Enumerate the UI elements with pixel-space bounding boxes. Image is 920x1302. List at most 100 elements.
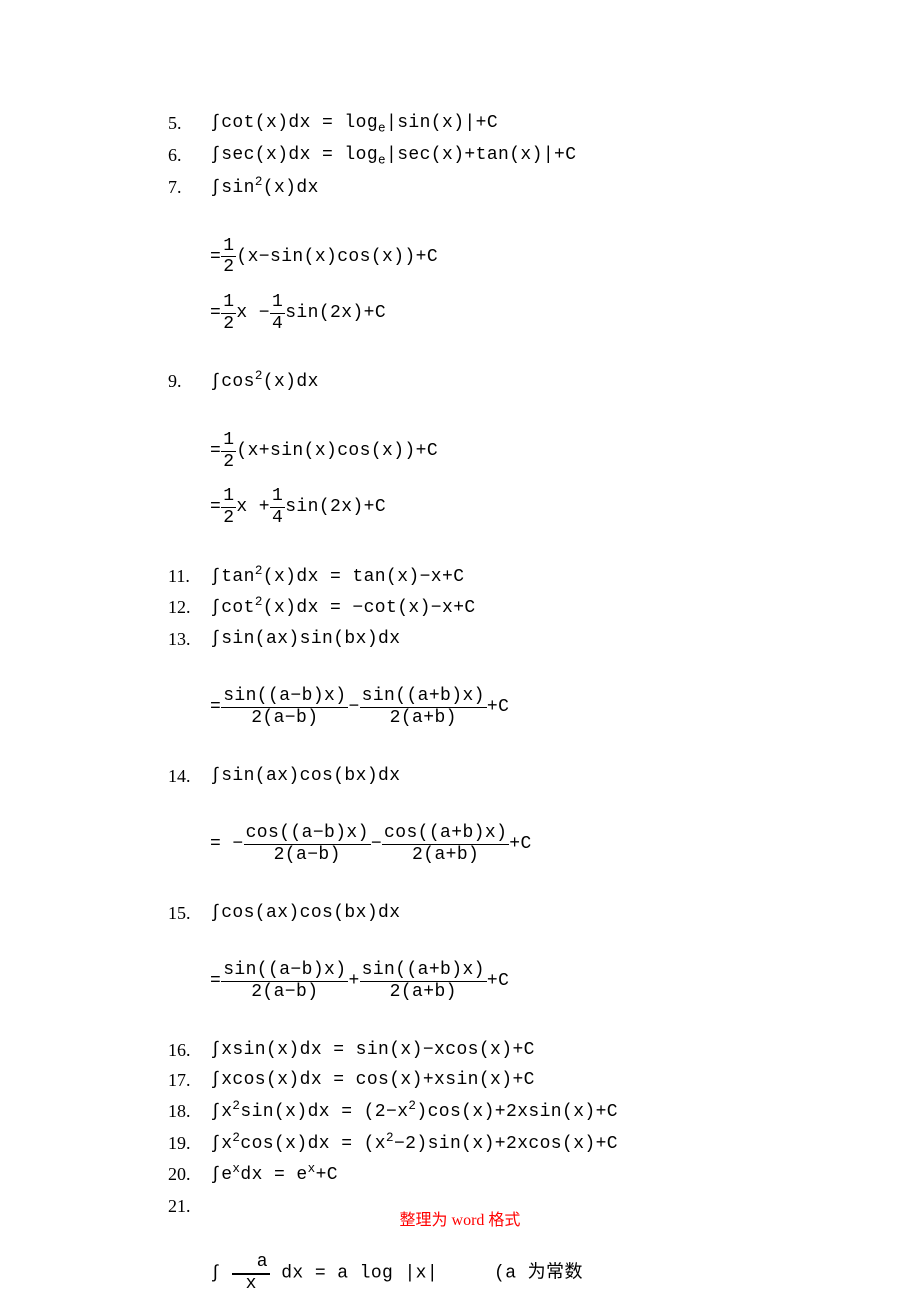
- rhs: |sin(x)|+C: [386, 113, 498, 133]
- formula-14-block: = −cos((a−b)x)2(a−b)−cos((a+b)x)2(a+b)+C: [210, 823, 920, 865]
- formula-9: 9. ∫cos2(x)dx: [168, 366, 920, 398]
- numer: sin((a−b)x): [221, 686, 348, 708]
- item-number: 16.: [168, 1035, 210, 1066]
- numer: 1: [270, 292, 285, 314]
- item-number: 13.: [168, 624, 210, 655]
- numer: cos((a+b)x): [382, 823, 509, 845]
- formula-text: ∫sin2(x)dx: [210, 172, 319, 204]
- lhs-c: )cos(x)+2xsin(x)+C: [416, 1102, 618, 1122]
- formula-11: 11. ∫tan2(x)dx = tan(x)−x+C: [168, 561, 920, 593]
- rhs: |sec(x)+tan(x)|+C: [386, 145, 576, 165]
- stack-top: a: [232, 1253, 270, 1274]
- superscript: x: [308, 1162, 316, 1176]
- denom: 2(a−b): [221, 708, 348, 729]
- fraction-stack: a x: [232, 1253, 270, 1295]
- pre: = −: [210, 834, 244, 854]
- item-number: 12.: [168, 592, 210, 623]
- item-number: 19.: [168, 1128, 210, 1159]
- numer: sin((a−b)x): [221, 960, 348, 982]
- item-number: 18.: [168, 1096, 210, 1127]
- numer: 1: [221, 292, 236, 314]
- formula-text: ∫xcos(x)dx = cos(x)+xsin(x)+C: [210, 1065, 535, 1096]
- denom: 4: [270, 508, 285, 529]
- item-number: 5.: [168, 108, 210, 139]
- item-number: 14.: [168, 761, 210, 792]
- lhs-b: (x)dx = tan(x)−x+C: [263, 567, 465, 587]
- mid1: x +: [236, 497, 270, 517]
- formula-7-block-a: =12(x−sin(x)cos(x))+C: [210, 236, 920, 278]
- superscript: 2: [255, 595, 263, 609]
- lhs: ∫cot(x)dx = log: [210, 113, 378, 133]
- tail: +C: [487, 697, 509, 717]
- formula-15: 15. ∫cos(ax)cos(bx)dx: [168, 898, 920, 929]
- lhs-a: ∫x: [210, 1134, 232, 1154]
- item-number: 17.: [168, 1065, 210, 1096]
- numer: cos((a−b)x): [244, 823, 371, 845]
- formula-text: ∫cot2(x)dx = −cot(x)−x+C: [210, 592, 476, 624]
- subscript: e: [378, 154, 386, 168]
- lhs-a: ∫cot: [210, 598, 255, 618]
- formula-16: 16. ∫xsin(x)dx = sin(x)−xcos(x)+C: [168, 1035, 920, 1066]
- lhs-b: (x)dx = −cot(x)−x+C: [263, 598, 476, 618]
- formula-text: ∫cos2(x)dx: [210, 366, 319, 398]
- superscript: 2: [386, 1131, 394, 1145]
- item-number: 11.: [168, 561, 210, 592]
- lhs-a: ∫x: [210, 1102, 232, 1122]
- footer-text: 整理为 word 格式: [0, 1207, 920, 1234]
- formula-19: 19. ∫x2cos(x)dx = (x2−2)sin(x)+2xcos(x)+…: [168, 1128, 920, 1160]
- denom: 2(a+b): [360, 982, 487, 1003]
- lhs-c: −2)sin(x)+2xcos(x)+C: [394, 1134, 618, 1154]
- formula-7: 7. ∫sin2(x)dx: [168, 172, 920, 204]
- formula-text: ∫sin(ax)sin(bx)dx: [210, 624, 400, 655]
- rest: dx = a log |x| (a 为常数: [281, 1264, 583, 1284]
- formula-text: ∫tan2(x)dx = tan(x)−x+C: [210, 561, 464, 593]
- denom: 2(a+b): [382, 845, 509, 866]
- item-number: 9.: [168, 366, 210, 397]
- formula-7-block-b: =12x −14sin(2x)+C: [210, 292, 920, 334]
- formula-6: 6. ∫sec(x)dx = loge|sec(x)+tan(x)|+C: [168, 140, 920, 172]
- mid2: sin(2x)+C: [285, 303, 386, 323]
- denom: 2: [221, 257, 236, 278]
- formula-text: ∫cot(x)dx = loge|sin(x)|+C: [210, 108, 498, 140]
- denom: 2(a−b): [244, 845, 371, 866]
- formula-text: ∫x2sin(x)dx = (2−x2)cos(x)+2xsin(x)+C: [210, 1096, 618, 1128]
- lhs-a: ∫e: [210, 1165, 232, 1185]
- formula-text: ∫xsin(x)dx = sin(x)−xcos(x)+C: [210, 1035, 535, 1066]
- mid1: x −: [236, 303, 270, 323]
- mid: (x−sin(x)cos(x))+C: [236, 246, 438, 266]
- numer: 1: [221, 486, 236, 508]
- stack-bot: x: [232, 1275, 270, 1295]
- numer: sin((a+b)x): [360, 686, 487, 708]
- tail: +C: [509, 834, 531, 854]
- formula-text: ∫x2cos(x)dx = (x2−2)sin(x)+2xcos(x)+C: [210, 1128, 618, 1160]
- mid: (x+sin(x)cos(x))+C: [236, 441, 438, 461]
- denom: 2(a−b): [221, 982, 348, 1003]
- formula-20: 20. ∫exdx = ex+C: [168, 1159, 920, 1191]
- lhs-a: ∫tan: [210, 567, 255, 587]
- lhs: ∫sec(x)dx = log: [210, 145, 378, 165]
- formula-5: 5. ∫cot(x)dx = loge|sin(x)|+C: [168, 108, 920, 140]
- formula-9-block-a: =12(x+sin(x)cos(x))+C: [210, 430, 920, 472]
- document-page: 5. ∫cot(x)dx = loge|sin(x)|+C 6. ∫sec(x)…: [0, 0, 920, 1302]
- formula-9-block-b: =12x +14sin(2x)+C: [210, 486, 920, 528]
- formula-17: 17. ∫xcos(x)dx = cos(x)+xsin(x)+C: [168, 1065, 920, 1096]
- formula-text: ∫cos(ax)cos(bx)dx: [210, 898, 400, 929]
- lhs-b: dx = e: [240, 1165, 307, 1185]
- denom: 2: [221, 314, 236, 335]
- numer: sin((a+b)x): [360, 960, 487, 982]
- numer: 1: [221, 236, 236, 258]
- superscript: 2: [255, 369, 263, 383]
- formula-13: 13. ∫sin(ax)sin(bx)dx: [168, 624, 920, 655]
- formula-12: 12. ∫cot2(x)dx = −cot(x)−x+C: [168, 592, 920, 624]
- lhs-a: ∫cos: [210, 372, 255, 392]
- lhs-b: sin(x)dx = (2−x: [240, 1102, 408, 1122]
- tail: +C: [487, 971, 509, 991]
- formula-18: 18. ∫x2sin(x)dx = (2−x2)cos(x)+2xsin(x)+…: [168, 1096, 920, 1128]
- item-number: 15.: [168, 898, 210, 929]
- denom: 2: [221, 452, 236, 473]
- item-number: 6.: [168, 140, 210, 171]
- formula-15-block: =sin((a−b)x)2(a−b)+sin((a+b)x)2(a+b)+C: [210, 960, 920, 1002]
- lhs-c: +C: [316, 1165, 338, 1185]
- formula-14: 14. ∫sin(ax)cos(bx)dx: [168, 761, 920, 792]
- subscript: e: [378, 122, 386, 136]
